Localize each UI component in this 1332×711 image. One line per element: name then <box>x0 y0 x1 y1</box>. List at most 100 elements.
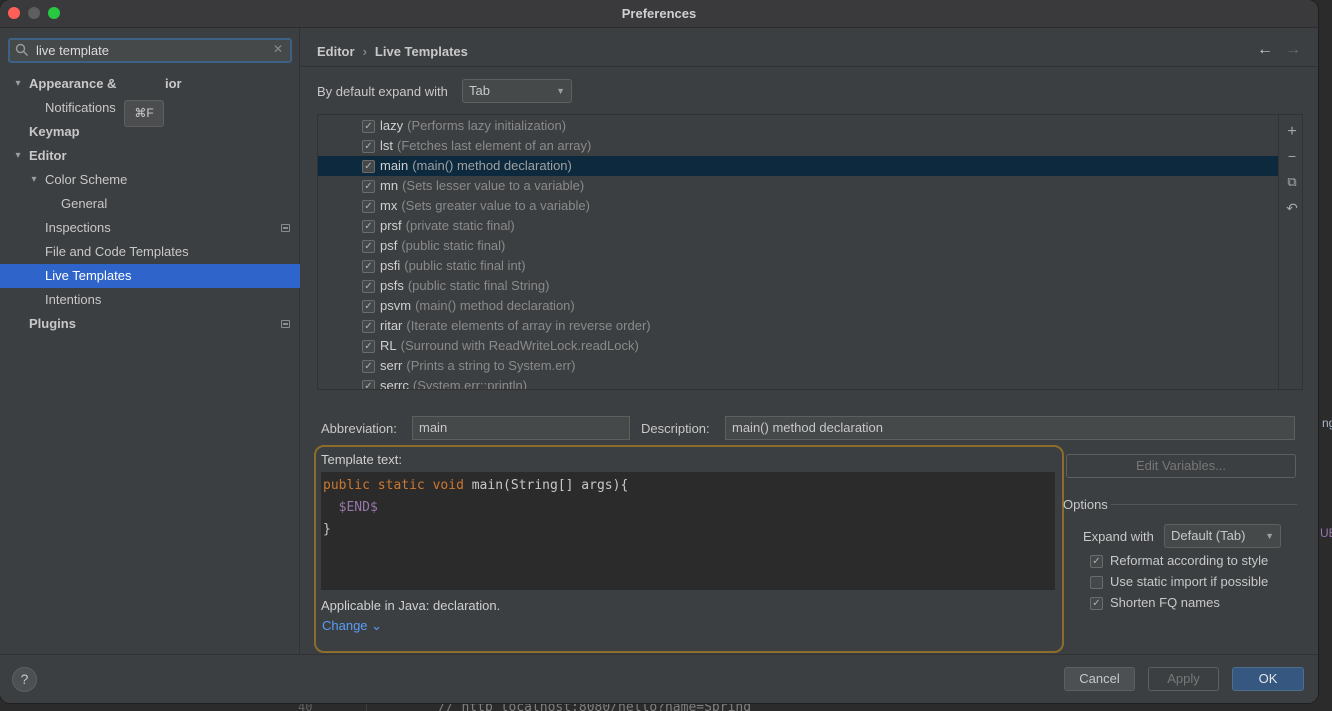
breadcrumb: Editor › Live Templates <box>317 44 468 59</box>
template-row[interactable]: ✓ psfi (public static final int) <box>318 256 1278 276</box>
tree-item-appearance-behavior[interactable]: ▾ Appearance & ior <box>0 72 300 96</box>
tree-item-plugins[interactable]: Plugins <box>0 312 300 336</box>
tree-item-general[interactable]: General <box>0 192 300 216</box>
cancel-button[interactable]: Cancel <box>1064 667 1135 691</box>
template-checkbox[interactable]: ✓ <box>362 200 375 213</box>
template-checkbox[interactable]: ✓ <box>362 120 375 133</box>
reformat-option[interactable]: ✓ Reformat according to style <box>1090 551 1310 571</box>
template-abbreviation: mn <box>380 178 399 193</box>
template-text: serr (Prints a string to System.err) <box>380 356 575 376</box>
template-text: ritar (Iterate elements of array in rever… <box>380 316 651 336</box>
reformat-checkbox[interactable]: ✓ <box>1090 555 1103 568</box>
template-checkbox[interactable]: ✓ <box>362 280 375 293</box>
shortcut-tooltip: ⌘F <box>124 100 164 127</box>
template-row[interactable]: ✓ RL (Surround with ReadWriteLock.readLock… <box>318 336 1278 356</box>
restore-icon[interactable]: ↶ <box>1285 201 1299 215</box>
project-settings-icon <box>281 320 290 328</box>
static-import-label: Use static import if possible <box>1110 574 1269 589</box>
template-row[interactable]: ✓ lst (Fetches last element of an array) <box>318 136 1278 156</box>
chevron-down-icon[interactable]: ▾ <box>12 72 24 96</box>
tree-item-file-code-templates[interactable]: File and Code Templates <box>0 240 300 264</box>
template-text: RL (Surround with ReadWriteLock.readLock) <box>380 336 639 356</box>
code-signature: main(String[] args){ <box>463 478 629 493</box>
copy-icon[interactable]: ⧉ <box>1285 175 1299 189</box>
template-row[interactable]: ✓ psvm (main() method declaration) <box>318 296 1278 316</box>
tree-item-label: Plugins <box>29 316 76 331</box>
edit-variables-button[interactable]: Edit Variables... <box>1066 454 1296 478</box>
template-text: serrc (System.err::println) <box>380 376 527 389</box>
forward-arrow-icon[interactable]: → <box>1285 41 1301 59</box>
template-checkbox[interactable]: ✓ <box>362 360 375 373</box>
template-row[interactable]: ✓ serr (Prints a string to System.err) <box>318 356 1278 376</box>
tree-item-label: Notifications <box>45 100 116 115</box>
template-description: (main() method declaration) <box>415 298 575 313</box>
chevron-down-icon[interactable]: ▾ <box>28 168 40 192</box>
template-checkbox[interactable]: ✓ <box>362 260 375 273</box>
tree-item-color-scheme[interactable]: ▾ Color Scheme <box>0 168 300 192</box>
template-row[interactable]: ✓ mn (Sets lesser value to a variable) <box>318 176 1278 196</box>
template-abbreviation: psfs <box>380 278 404 293</box>
template-checkbox[interactable]: ✓ <box>362 320 375 333</box>
template-text: psf (public static final) <box>380 236 505 256</box>
window-title: Preferences <box>621 6 697 21</box>
clear-search-icon[interactable]: ✕ <box>273 42 283 56</box>
tree-item-editor[interactable]: ▾ Editor <box>0 144 300 168</box>
tree-item-intentions[interactable]: Intentions <box>0 288 300 312</box>
breadcrumb-parent[interactable]: Editor <box>317 44 355 59</box>
remove-icon[interactable]: − <box>1285 149 1299 163</box>
template-row[interactable]: ✓ serrc (System.err::println) <box>318 376 1278 389</box>
template-description: (Fetches last element of an array) <box>397 138 592 153</box>
template-row[interactable]: ✓ ritar (Iterate elements of array in reve… <box>318 316 1278 336</box>
template-checkbox[interactable]: ✓ <box>362 380 375 389</box>
template-checkbox[interactable]: ✓ <box>362 180 375 193</box>
tree-item-live-templates[interactable]: Live Templates <box>0 264 300 288</box>
template-checkbox[interactable]: ✓ <box>362 340 375 353</box>
template-description: (public static final) <box>401 238 506 253</box>
template-checkbox[interactable]: ✓ <box>362 140 375 153</box>
tree-item-label: Color Scheme <box>45 172 128 187</box>
project-settings-icon <box>281 224 290 232</box>
template-description: (Sets greater value to a variable) <box>401 198 590 213</box>
search-input[interactable]: live template <box>36 43 109 58</box>
default-expand-select[interactable]: Tab ▼ <box>462 79 572 103</box>
change-context-link[interactable]: Change ⌄ <box>322 618 382 634</box>
template-checkbox[interactable]: ✓ <box>362 220 375 233</box>
template-checkbox[interactable]: ✓ <box>362 160 375 173</box>
template-abbreviation: main <box>380 158 409 173</box>
template-text: psfs (public static final String) <box>380 276 549 296</box>
add-icon[interactable]: + <box>1285 124 1299 140</box>
chevron-down-icon: ▼ <box>1265 531 1274 541</box>
tree-item-inspections[interactable]: Inspections <box>0 216 300 240</box>
chevron-down-icon[interactable]: ▾ <box>12 144 24 168</box>
template-row[interactable]: ✓ prsf (private static final) <box>318 216 1278 236</box>
ok-button[interactable]: OK <box>1232 667 1304 691</box>
template-row[interactable]: ✓ lazy (Performs lazy initialization) <box>318 116 1278 136</box>
template-checkbox[interactable]: ✓ <box>362 300 375 313</box>
background-edge-text: UE <box>1320 526 1332 540</box>
settings-search-field[interactable]: live template ✕ <box>8 38 292 63</box>
template-row[interactable]: ✓ psfs (public static final String) <box>318 276 1278 296</box>
abbreviation-input[interactable]: main <box>412 416 630 440</box>
header-divider <box>301 66 1318 67</box>
template-checkbox[interactable]: ✓ <box>362 240 375 253</box>
apply-button[interactable]: Apply <box>1148 667 1219 691</box>
description-label: Description: <box>641 421 710 436</box>
template-row[interactable]: ✓ main (main() method declaration) <box>318 156 1278 176</box>
back-arrow-icon[interactable]: ← <box>1257 41 1273 59</box>
settings-sidebar: live template ✕ ▾ Appearance & ior Notif… <box>0 28 300 654</box>
template-abbreviation: psvm <box>380 298 412 313</box>
static-import-checkbox[interactable] <box>1090 576 1103 589</box>
template-text-editor[interactable]: public static void main(String[] args){ … <box>321 472 1055 590</box>
template-row[interactable]: ✓ mx (Sets greater value to a variable) <box>318 196 1278 216</box>
code-keyword: static <box>377 478 425 493</box>
template-row[interactable]: ✓ psf (public static final) <box>318 236 1278 256</box>
shorten-fq-checkbox[interactable]: ✓ <box>1090 597 1103 610</box>
help-button[interactable]: ? <box>12 667 37 692</box>
shorten-fq-option[interactable]: ✓ Shorten FQ names <box>1090 593 1310 613</box>
static-import-option[interactable]: Use static import if possible <box>1090 572 1310 592</box>
expand-with-select[interactable]: Default (Tab) ▼ <box>1164 524 1281 548</box>
template-text: main (main() method declaration) <box>380 156 572 176</box>
description-input[interactable]: main() method declaration <box>725 416 1295 440</box>
code-line: public static void main(String[] args){ <box>323 475 1055 497</box>
options-title: Options <box>1063 497 1108 512</box>
